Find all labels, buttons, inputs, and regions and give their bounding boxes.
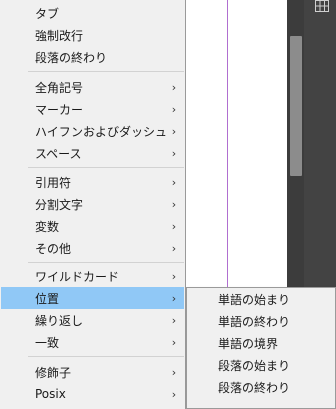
chevron-right-icon: › [171, 80, 177, 94]
menu-item-label: その他 [35, 241, 72, 256]
submenu-item-label: 段落の終わり [218, 380, 291, 395]
chevron-right-icon: › [171, 335, 177, 349]
chevron-right-icon: › [171, 219, 177, 233]
chevron-right-icon: › [171, 387, 177, 401]
menu-item-modifiers[interactable]: 修飾子 › [1, 361, 184, 383]
menu-item-label: マーカー [35, 102, 84, 117]
menu-item-label: 引用符 [35, 175, 72, 190]
menu-item-markers[interactable]: マーカー › [1, 98, 184, 120]
menu-item-match[interactable]: 一致 › [1, 331, 184, 353]
menu-item-other[interactable]: その他 › [1, 237, 184, 259]
menu-item-label: 変数 [35, 219, 60, 234]
chevron-right-icon: › [171, 175, 177, 189]
menu-separator [28, 356, 184, 357]
chevron-right-icon: › [171, 269, 177, 283]
submenu-item-word-boundary[interactable]: 単語の境界 [187, 332, 335, 354]
submenu-item-label: 単語の境界 [218, 336, 279, 351]
grid-icon[interactable] [315, 0, 329, 12]
menu-item-label: 分割文字 [35, 197, 84, 212]
menu-item-forced-line-break[interactable]: 強制改行 [1, 24, 184, 46]
menu-item-posix[interactable]: Posix › [1, 383, 184, 405]
chevron-right-icon: › [171, 146, 177, 160]
chevron-right-icon: › [171, 291, 177, 305]
menu-separator [28, 262, 184, 263]
menu-item-break-characters[interactable]: 分割文字 › [1, 193, 184, 215]
menu-item-tab[interactable]: タブ [1, 2, 184, 24]
submenu-item-beginning-of-word[interactable]: 単語の始まり [187, 288, 335, 310]
menu-item-label: ハイフンおよびダッシュ [35, 124, 168, 139]
menu-item-label: 繰り返し [35, 313, 84, 328]
menu-item-white-space[interactable]: スペース › [1, 142, 184, 164]
menu-item-variables[interactable]: 変数 › [1, 215, 184, 237]
menu-item-label: 一致 [35, 335, 60, 350]
menu-item-end-of-paragraph[interactable]: 段落の終わり [1, 46, 184, 68]
menu-item-label: スペース [35, 146, 82, 161]
menu-item-hyphens-and-dashes[interactable]: ハイフンおよびダッシュ › [1, 120, 184, 142]
menu-item-label: ワイルドカード [35, 269, 120, 284]
chevron-right-icon: › [171, 313, 177, 327]
menu-item-label: 強制改行 [35, 28, 84, 43]
submenu-item-end-of-paragraph[interactable]: 段落の終わり [187, 376, 335, 398]
submenu-item-label: 単語の始まり [218, 292, 291, 307]
menu-item-label: 全角記号 [35, 80, 84, 95]
menu-separator [28, 167, 184, 168]
locations-submenu: 単語の始まり 単語の終わり 単語の境界 段落の始まり 段落の終わり [186, 287, 336, 409]
menu-item-wildcards[interactable]: ワイルドカード › [1, 265, 184, 287]
menu-item-symbols[interactable]: 全角記号 › [1, 76, 184, 98]
menu-item-label: Posix [35, 387, 66, 401]
menu-item-label: 段落の終わり [35, 50, 108, 65]
chevron-right-icon: › [171, 102, 177, 116]
menu-item-label: 位置 [35, 291, 60, 306]
chevron-right-icon: › [171, 197, 177, 211]
menu-item-locations[interactable]: 位置 › [1, 287, 184, 309]
submenu-item-label: 段落の始まり [218, 358, 291, 373]
special-characters-menu: タブ 強制改行 段落の終わり 全角記号 › マーカー › ハイフンおよびダッシュ › … [0, 0, 186, 409]
submenu-item-label: 単語の終わり [218, 314, 291, 329]
submenu-item-beginning-of-paragraph[interactable]: 段落の始まり [187, 354, 335, 376]
chevron-right-icon: › [171, 124, 177, 138]
chevron-right-icon: › [171, 241, 177, 255]
menu-item-label: 修飾子 [35, 365, 72, 380]
scrollbar-thumb[interactable] [290, 36, 302, 176]
menu-separator [28, 71, 184, 72]
menu-item-repeat[interactable]: 繰り返し › [1, 309, 184, 331]
menu-item-quotation-marks[interactable]: 引用符 › [1, 171, 184, 193]
submenu-item-end-of-word[interactable]: 単語の終わり [187, 310, 335, 332]
chevron-right-icon: › [171, 365, 177, 379]
menu-item-label: タブ [35, 6, 60, 21]
